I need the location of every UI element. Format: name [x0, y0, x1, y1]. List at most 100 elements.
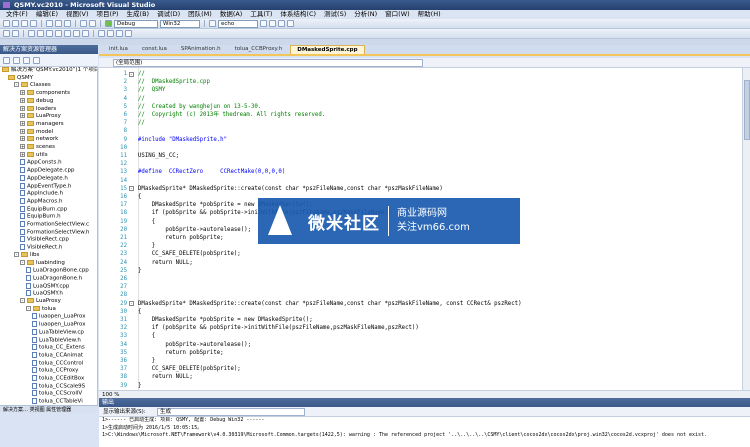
tree-file-item[interactable]: AppEventType.h — [20, 182, 71, 191]
outdent-icon[interactable] — [37, 30, 44, 37]
tree-file-item[interactable]: LuaDragonBone.cpp — [26, 267, 89, 275]
collapse-icon[interactable]: - — [20, 298, 25, 303]
code-line[interactable]: // Copyright (c) 2013年 thedream. All rig… — [138, 111, 325, 119]
editor-tab[interactable]: const.lua — [136, 45, 173, 54]
cut-icon[interactable] — [46, 20, 53, 27]
save-all-icon[interactable] — [30, 20, 37, 27]
output-source-combo[interactable]: 生成 — [157, 408, 305, 416]
code-line[interactable]: #define CCRectZero CCRectMake(0,0,0,0) — [138, 168, 285, 176]
menu-item[interactable]: 团队(M) — [184, 10, 216, 19]
tree-file-item[interactable]: tolua_CCAnimat — [32, 351, 83, 360]
tree-folder-item[interactable]: - luabinding — [20, 259, 65, 268]
tree-folder-item[interactable]: - libs — [14, 251, 39, 260]
fold-toggle-icon[interactable]: - — [129, 301, 134, 307]
refresh-icon[interactable] — [23, 56, 30, 64]
scope-dropdown[interactable]: (全局范围) — [113, 59, 423, 67]
tree-folder-item[interactable]: - LuaProxy — [20, 298, 61, 306]
save-icon[interactable] — [21, 20, 28, 27]
tree-folder-item[interactable]: - Classes — [14, 82, 51, 90]
output-text[interactable]: 1>------ 已启动生成: 项目: QSMY, 配置: Debug Win3… — [99, 417, 750, 447]
tree-file-item[interactable]: luaopen_LuaProx — [32, 321, 86, 329]
code-line[interactable]: pobSprite->autorelease(); — [138, 226, 251, 234]
tree-folder-item[interactable]: + network — [20, 136, 58, 144]
code-line[interactable]: return pobSprite; — [138, 234, 223, 242]
find-in-files-icon[interactable] — [260, 20, 267, 27]
tree-file-item[interactable]: VisibleRect.h — [20, 244, 62, 252]
expand-icon[interactable]: + — [20, 97, 25, 103]
code-line[interactable]: DMaskedSprite* DMaskedSprite::create(con… — [138, 185, 443, 193]
paste-icon[interactable] — [64, 20, 71, 27]
start-debug-icon[interactable] — [105, 20, 112, 27]
menu-item[interactable]: 窗口(W) — [381, 10, 414, 19]
code-line[interactable]: { — [138, 332, 155, 340]
code-line[interactable]: CC_SAFE_DELETE(pobSprite); — [138, 250, 241, 258]
code-line[interactable]: // — [138, 119, 145, 127]
tree-folder-item[interactable]: QSMY — [8, 74, 33, 83]
code-line[interactable]: // — [138, 95, 145, 103]
collapse-icon[interactable]: - — [14, 251, 19, 257]
tree-file-item[interactable]: luaopen_LuaProx — [32, 313, 86, 321]
prev-bookmark-icon[interactable] — [73, 30, 80, 37]
tree-file-item[interactable]: FormationSelectView.c — [20, 221, 89, 229]
tree-file-item[interactable]: EquipBurn.h — [20, 213, 61, 221]
menu-item[interactable]: 数据(A) — [216, 10, 247, 19]
expand-icon[interactable]: + — [20, 90, 25, 96]
tree-file-item[interactable]: LuaQSMY.cpp — [26, 282, 69, 291]
code-line[interactable]: return pobSprite; — [138, 349, 223, 357]
next-bookmark-icon[interactable] — [82, 30, 89, 37]
code-line[interactable]: } — [138, 242, 155, 250]
tree-file-item[interactable]: AppMacros.h — [20, 197, 63, 206]
tree-folder-item[interactable]: - tolua — [26, 305, 56, 314]
tree-file-item[interactable]: tolua_CCProxy — [32, 367, 78, 375]
expand-icon[interactable]: + — [20, 120, 25, 126]
menu-item[interactable]: 体系结构(C) — [276, 10, 320, 19]
tree-folder-item[interactable]: + components — [20, 90, 70, 98]
vertical-scrollbar[interactable] — [742, 68, 750, 390]
code-line[interactable]: { — [138, 218, 155, 226]
bookmark-icon[interactable] — [64, 30, 71, 37]
find-combo[interactable]: echo — [218, 19, 258, 28]
rebuild-icon[interactable] — [12, 30, 19, 37]
code-line[interactable]: DMaskedSprite *pobSprite = new DMaskedSp… — [138, 316, 313, 324]
code-line[interactable]: pobSprite->autorelease(); — [138, 341, 251, 349]
code-line[interactable]: { — [138, 308, 141, 316]
collapse-icon[interactable]: - — [20, 259, 25, 265]
code-line[interactable]: // DMaskedSprite.cpp — [138, 78, 210, 86]
open-file-icon[interactable] — [12, 20, 19, 27]
tree-file-item[interactable]: VisibleRect.cpp — [20, 236, 69, 244]
menu-item[interactable]: 分析(N) — [350, 10, 381, 19]
expand-icon[interactable]: + — [20, 136, 25, 142]
build-icon[interactable] — [3, 30, 10, 37]
tree-file-item[interactable]: AppDelegate.h — [20, 174, 68, 183]
tree-file-item[interactable]: AppDelegate.cpp — [20, 167, 74, 175]
expand-icon[interactable]: + — [20, 105, 25, 111]
step-out-icon[interactable] — [116, 30, 123, 37]
tree-file-item[interactable]: LuaQSMY.h — [26, 290, 63, 298]
properties-icon[interactable] — [278, 20, 285, 27]
fold-toggle-icon[interactable]: - — [129, 186, 134, 192]
code-line[interactable]: DMaskedSprite* DMaskedSprite::create(con… — [138, 300, 522, 308]
editor-tab[interactable]: SPAnimation.h — [175, 45, 227, 54]
menu-item[interactable]: 调试(D) — [153, 10, 184, 19]
breakpoint-icon[interactable] — [125, 30, 132, 37]
menu-item[interactable]: 视图(V) — [62, 10, 93, 19]
tree-file-item[interactable]: AppInclude.h — [20, 190, 63, 198]
step-over-icon[interactable] — [107, 30, 114, 37]
code-line[interactable]: return NULL; — [138, 373, 193, 381]
new-project-icon[interactable] — [3, 20, 10, 27]
collapse-icon[interactable]: - — [14, 82, 19, 88]
code-line[interactable]: } — [138, 357, 155, 365]
expand-icon[interactable]: + — [20, 113, 25, 119]
tree-folder-item[interactable]: + debug — [20, 97, 53, 106]
configuration-combo[interactable]: Debug — [114, 19, 158, 28]
platform-combo[interactable]: Win32 — [160, 19, 200, 28]
code-line[interactable]: } — [138, 267, 141, 275]
editor-tab[interactable]: tolua_CCBProxy.h — [229, 45, 289, 54]
tree-folder-item[interactable]: + LuaProxy — [20, 113, 61, 121]
code-line[interactable]: CC_SAFE_DELETE(pobSprite); — [138, 365, 241, 373]
uncomment-icon[interactable] — [55, 30, 62, 37]
comment-icon[interactable] — [46, 30, 53, 37]
code-line[interactable]: #include "DMaskedSprite.h" — [138, 136, 227, 144]
tree-folder-item[interactable]: + loaders — [20, 105, 56, 114]
editor-tab[interactable]: init.lua — [103, 45, 134, 54]
